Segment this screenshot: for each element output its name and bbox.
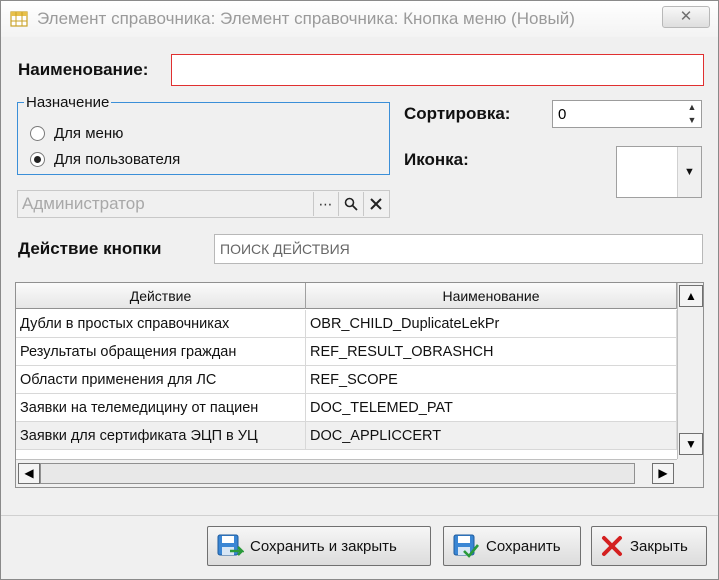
close-icon	[602, 536, 622, 556]
radio-label: Для меню	[54, 124, 124, 142]
user-input[interactable]	[18, 191, 311, 217]
action-label: Действие кнопки	[18, 239, 162, 258]
radio-for-user[interactable]: Для пользователя	[30, 149, 180, 169]
cell-name: REF_SCOPE	[306, 366, 677, 394]
clear-icon[interactable]	[363, 192, 387, 216]
table-row[interactable]: Дубли в простых справочниках OBR_CHILD_D…	[16, 310, 677, 338]
radio-circle[interactable]	[30, 125, 45, 141]
dropdown-arrow-icon[interactable]: ▼	[677, 147, 701, 197]
column-header-action[interactable]: Действие	[16, 283, 306, 309]
save-and-close-button[interactable]: Сохранить и закрыть	[207, 526, 431, 566]
action-search-input[interactable]	[214, 234, 703, 264]
horizontal-scrollbar[interactable]: ◀ ▶	[16, 459, 677, 487]
sort-label: Сортировка:	[404, 104, 511, 123]
save-label: Сохранить	[486, 537, 561, 555]
scroll-thumb[interactable]	[40, 463, 635, 484]
purpose-group: Назначение Для меню Для пользователя	[17, 94, 390, 175]
column-header-name[interactable]: Наименование	[306, 283, 677, 309]
scroll-down-icon[interactable]: ▼	[679, 433, 703, 455]
grid-body: Дубли в простых справочниках OBR_CHILD_D…	[16, 310, 677, 450]
title-bar: Элемент справочника: Элемент справочника…	[1, 1, 718, 37]
table-row[interactable]: Области применения для ЛС REF_SCOPE	[16, 366, 677, 394]
radio-for-menu[interactable]: Для меню	[30, 123, 123, 143]
ellipsis-icon[interactable]: ⋯	[313, 192, 337, 216]
dialog-window: Элемент справочника: Элемент справочника…	[0, 0, 719, 580]
save-close-icon	[217, 534, 244, 556]
grid-header: Действие Наименование	[16, 283, 677, 309]
user-field[interactable]: ⋯	[17, 190, 390, 218]
scroll-right-icon[interactable]: ▶	[652, 463, 674, 484]
vertical-scrollbar[interactable]: ▲ ▼	[677, 283, 703, 459]
scroll-corner	[677, 459, 703, 487]
purpose-legend: Назначение	[24, 94, 112, 111]
search-icon[interactable]	[338, 192, 362, 216]
radio-label: Для пользователя	[54, 150, 181, 168]
cell-action: Результаты обращения граждан	[16, 338, 306, 366]
footer-divider	[1, 515, 718, 516]
table-icon	[10, 11, 28, 27]
cell-action: Области применения для ЛС	[16, 366, 306, 394]
table-row[interactable]: Заявки для сертификата ЭЦП в УЦ DOC_APPL…	[16, 422, 677, 450]
cell-action: Заявки на телемедицину от пациен	[16, 394, 306, 422]
cell-name: REF_RESULT_OBRASHCH	[306, 338, 677, 366]
sort-input[interactable]	[553, 101, 681, 127]
scroll-up-icon[interactable]: ▲	[679, 285, 703, 307]
cell-action: Дубли в простых справочниках	[16, 310, 306, 338]
save-button[interactable]: Сохранить	[443, 526, 581, 566]
close-button[interactable]: Закрыть	[591, 526, 707, 566]
scroll-left-icon[interactable]: ◀	[18, 463, 40, 484]
spin-down-icon[interactable]: ▼	[683, 114, 701, 127]
save-icon	[453, 534, 480, 558]
name-input[interactable]	[171, 54, 704, 86]
cell-name: DOC_APPLICCERT	[306, 422, 677, 450]
spin-up-icon[interactable]: ▲	[683, 101, 701, 114]
table-row[interactable]: Заявки на телемедицину от пациен DOC_TEL…	[16, 394, 677, 422]
actions-grid: Действие Наименование Дубли в простых сп…	[15, 282, 704, 488]
icon-label: Иконка:	[404, 150, 469, 169]
table-row[interactable]: Результаты обращения граждан REF_RESULT_…	[16, 338, 677, 366]
save-and-close-label: Сохранить и закрыть	[250, 537, 397, 555]
close-label: Закрыть	[630, 537, 688, 555]
form-body: Наименование: Назначение Для меню Для по…	[1, 37, 718, 579]
name-label: Наименование:	[18, 60, 149, 79]
cell-name: DOC_TELEMED_PAT	[306, 394, 677, 422]
icon-picker[interactable]: ▼	[616, 146, 702, 198]
window-close-button[interactable]: ✕	[662, 6, 710, 28]
window-title: Элемент справочника: Элемент справочника…	[37, 9, 575, 28]
cell-action: Заявки для сертификата ЭЦП в УЦ	[16, 422, 306, 450]
radio-circle-checked[interactable]	[30, 151, 45, 167]
sort-spinbox[interactable]: ▲ ▼	[552, 100, 702, 128]
cell-name: OBR_CHILD_DuplicateLekPr	[306, 310, 677, 338]
